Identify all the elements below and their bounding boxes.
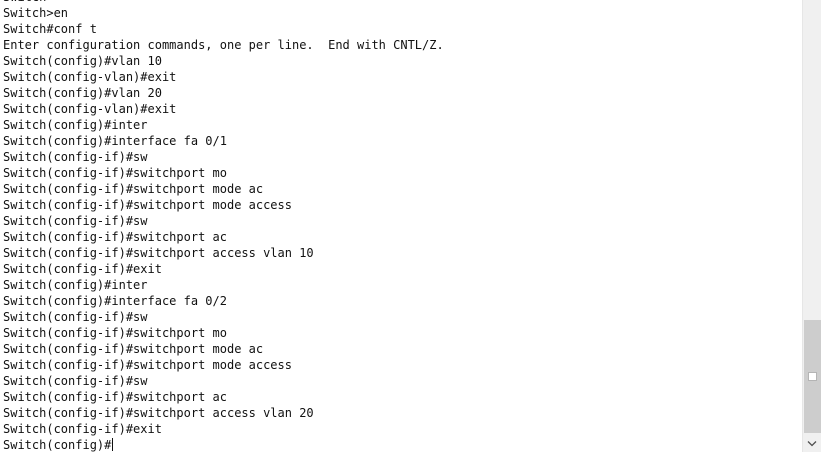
terminal-line: Switch(config-if)#exit <box>3 422 162 436</box>
terminal-line: Switch(config-if)#switchport access vlan… <box>3 246 314 260</box>
terminal-line: Switch(config)#interface fa 0/1 <box>3 134 227 148</box>
terminal-line: Switch(config)#vlan 10 <box>3 54 162 68</box>
terminal-line: Switch(config-if)#switchport mode access <box>3 358 292 372</box>
terminal-line: Switch(config-vlan)#exit <box>3 102 177 116</box>
terminal-line: Switch>en <box>3 6 69 20</box>
terminal-line: Switch(config)#interface fa 0/2 <box>3 294 227 308</box>
terminal-line: Switch#conf t <box>3 22 97 36</box>
text-cursor <box>112 438 114 451</box>
terminal-line: Switch(config-if)#switchport mo <box>3 326 227 340</box>
terminal-output[interactable]: Switch>Switch>enSwitch#conf tEnter confi… <box>0 0 800 452</box>
terminal-line: Enter configuration commands, one per li… <box>3 38 444 52</box>
terminal-line: Switch(config-if)#exit <box>3 262 162 276</box>
terminal-line: Switch(config-if)#sw <box>3 374 148 388</box>
terminal-line: Switch(config)#vlan 20 <box>3 86 162 100</box>
scroll-thumb[interactable] <box>804 320 821 433</box>
scroll-grip-icon <box>808 372 817 381</box>
terminal-lines: Switch>Switch>enSwitch#conf tEnter confi… <box>0 0 800 452</box>
terminal-prompt-line: Switch(config)# <box>3 438 114 452</box>
terminal-line: Switch(config-if)#switchport mode ac <box>3 182 264 196</box>
scroll-down-button[interactable] <box>803 435 821 452</box>
terminal-line: Switch(config-if)#switchport ac <box>3 390 227 404</box>
terminal-line: Switch(config-if)#sw <box>3 310 148 324</box>
terminal-line: Switch(config-if)#switchport mo <box>3 166 227 180</box>
terminal-line: Switch(config-if)#switchport ac <box>3 230 227 244</box>
terminal-line: Switch(config-if)#switchport access vlan… <box>3 406 314 420</box>
terminal-line: Switch(config-if)#switchport mode ac <box>3 342 264 356</box>
chevron-down-icon <box>807 441 817 447</box>
terminal-line: Switch(config-if)#sw <box>3 150 148 164</box>
terminal-line: Switch(config-vlan)#exit <box>3 70 177 84</box>
terminal-line: Switch(config-if)#sw <box>3 214 148 228</box>
vertical-scrollbar[interactable] <box>802 0 821 452</box>
terminal-line: Switch(config-if)#switchport mode access <box>3 198 292 212</box>
cli-window: Switch>Switch>enSwitch#conf tEnter confi… <box>0 0 821 452</box>
terminal-line: Switch(config)#inter <box>3 278 148 292</box>
terminal-line: Switch(config)#inter <box>3 118 148 132</box>
